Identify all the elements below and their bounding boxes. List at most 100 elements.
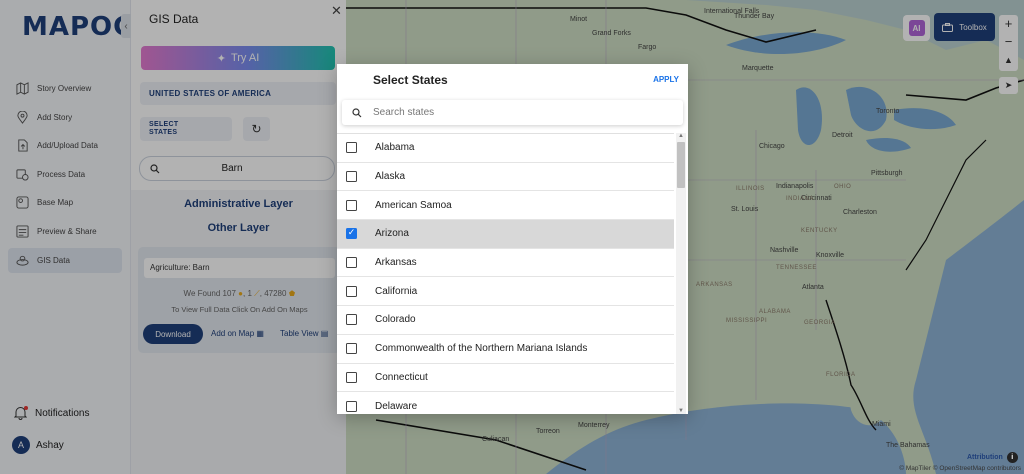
data-search-input[interactable]: Barn <box>139 156 335 181</box>
notifications-button[interactable]: Notifications <box>13 406 90 420</box>
logo[interactable]: MAPOG <box>22 12 136 42</box>
attribution-label: Attribution <box>967 454 1003 461</box>
scrollbar[interactable]: ▲ ▼ <box>676 133 686 414</box>
map-label: St. Louis <box>731 206 759 213</box>
map-add-icon: ▦ <box>256 329 264 338</box>
result-layer-name: Agriculture: Barn <box>144 258 335 278</box>
state-option[interactable]: Arkansas <box>337 249 674 278</box>
select-states-dialog: Select States APPLY Alabama Alaska America… <box>337 64 688 414</box>
toolbox-button[interactable]: Toolbox <box>934 13 995 41</box>
state-checkbox[interactable] <box>346 199 357 211</box>
try-ai-button[interactable]: ✦ Try AI <box>141 46 335 70</box>
sidebar-item-add-upload-data[interactable]: Add/Upload Data <box>8 133 122 158</box>
state-checkbox[interactable] <box>346 314 357 326</box>
state-search-box <box>342 100 683 125</box>
state-option[interactable]: Connecticut <box>337 364 674 393</box>
state-checkbox[interactable] <box>346 257 357 269</box>
state-option[interactable]: Delaware <box>337 392 674 414</box>
sidebar-item-label: Base Map <box>37 198 74 208</box>
sidebar-item-gis-data[interactable]: GIS Data <box>8 247 122 273</box>
scroll-up-arrow-icon[interactable]: ▲ <box>677 133 685 139</box>
process-icon <box>15 167 29 181</box>
found-label: We Found <box>183 289 221 298</box>
compass-icon[interactable]: ▲ <box>999 51 1018 69</box>
administrative-layer-heading[interactable]: Administrative Layer <box>131 198 346 210</box>
locate-button[interactable]: ➤ <box>999 77 1018 94</box>
map-label: Minot <box>570 16 588 23</box>
line-icon: ⟋ <box>254 289 260 298</box>
map-label: Marquette <box>742 65 774 72</box>
zoom-control: + − ▲ <box>999 15 1018 71</box>
map-label: TENNESSEE <box>776 265 817 271</box>
collapse-sidebar-button[interactable]: ‹ <box>121 14 131 38</box>
state-label: Commonwealth of the Northern Mariana Isl… <box>375 343 588 355</box>
map-label: Knoxville <box>816 252 845 259</box>
zoom-in-button[interactable]: + <box>999 15 1018 33</box>
state-option[interactable]: Alabama <box>337 134 674 163</box>
state-option[interactable]: Alaska <box>337 163 674 192</box>
state-checkbox[interactable] <box>346 228 357 240</box>
state-list: Alabama Alaska American Samoa Arizona Arkans… <box>337 133 674 414</box>
search-icon <box>150 163 160 173</box>
country-select-button[interactable]: UNITED STATES OF AMERICA <box>140 82 336 105</box>
info-icon: i <box>1006 452 1018 463</box>
select-states-label: SELECT <box>149 121 179 128</box>
polygon-icon: ⬟ <box>288 289 296 298</box>
state-option[interactable]: Arizona <box>337 220 674 249</box>
scroll-down-arrow-icon[interactable]: ▼ <box>677 408 685 414</box>
table-view-button[interactable]: Table View ▤ <box>280 329 328 338</box>
polygon-count: 47280 <box>264 289 287 298</box>
sidebar-item-process-data[interactable]: Process Data <box>8 162 122 187</box>
state-checkbox[interactable] <box>346 343 357 355</box>
zoom-out-button[interactable]: − <box>999 33 1018 51</box>
download-button[interactable]: Download <box>143 324 203 344</box>
apply-button[interactable]: APPLY <box>653 75 679 84</box>
result-hint: To View Full Data Click On Add On Maps <box>171 305 308 314</box>
state-option[interactable]: California <box>337 277 674 307</box>
user-profile[interactable]: A Ashay <box>12 436 64 454</box>
toolbox-icon <box>942 22 954 32</box>
search-value: Barn <box>221 163 243 174</box>
state-checkbox[interactable] <box>346 142 357 154</box>
state-label: Arkansas <box>375 257 417 269</box>
notifications-label: Notifications <box>35 407 90 419</box>
add-on-map-button[interactable]: Add on Map ▦ <box>211 329 264 338</box>
user-name: Ashay <box>36 439 64 451</box>
sidebar-item-preview-share[interactable]: Preview & Share <box>8 219 122 244</box>
bell-icon <box>13 406 28 420</box>
state-checkbox[interactable] <box>346 171 357 183</box>
result-card: Agriculture: Barn We Found 107 ●, 1 ⟋, 4… <box>138 247 341 353</box>
ai-button[interactable]: AI <box>903 15 930 41</box>
sidebar-item-story-overview[interactable]: Story Overview <box>8 76 122 101</box>
select-states-button[interactable]: SELECT STATES <box>140 117 232 141</box>
table-view-label: Table View <box>280 329 319 338</box>
map-label: Grand Forks <box>592 30 631 37</box>
map-label: Culiacan <box>482 436 510 443</box>
scrollbar-thumb[interactable] <box>677 142 685 188</box>
reset-button[interactable]: ↻ <box>243 117 270 141</box>
preview-icon <box>15 224 29 238</box>
select-states-label: STATES <box>149 129 178 136</box>
avatar: A <box>12 436 30 454</box>
sparkle-icon: ✦ <box>216 52 226 65</box>
map-label: Monterrey <box>578 422 610 429</box>
state-checkbox[interactable] <box>346 371 357 383</box>
gis-data-icon <box>15 253 29 267</box>
state-checkbox[interactable] <box>346 285 357 297</box>
map-label: KENTUCKY <box>801 228 838 234</box>
sidebar-item-base-map[interactable]: Base Map <box>8 190 122 215</box>
sidebar-item-add-story[interactable]: Add Story <box>8 105 122 130</box>
state-option[interactable]: Commonwealth of the Northern Mariana Isl… <box>337 335 674 364</box>
navigation-arrow-icon: ➤ <box>1004 80 1013 90</box>
table-icon: ▤ <box>320 329 329 338</box>
sidebar-nav: Story Overview Add Story Add/Upload Data… <box>8 76 122 276</box>
state-option[interactable]: American Samoa <box>337 191 674 221</box>
close-icon[interactable]: ✕ <box>331 3 342 19</box>
state-search-input[interactable] <box>373 107 663 118</box>
state-checkbox[interactable] <box>346 400 357 412</box>
attribution-button[interactable]: Attribution i <box>967 452 1018 463</box>
state-option[interactable]: Colorado <box>337 306 674 335</box>
map-label: GEORGIA <box>804 320 836 326</box>
other-layer-heading[interactable]: Other Layer <box>131 222 346 234</box>
map-label: FLORIDA <box>826 372 856 378</box>
